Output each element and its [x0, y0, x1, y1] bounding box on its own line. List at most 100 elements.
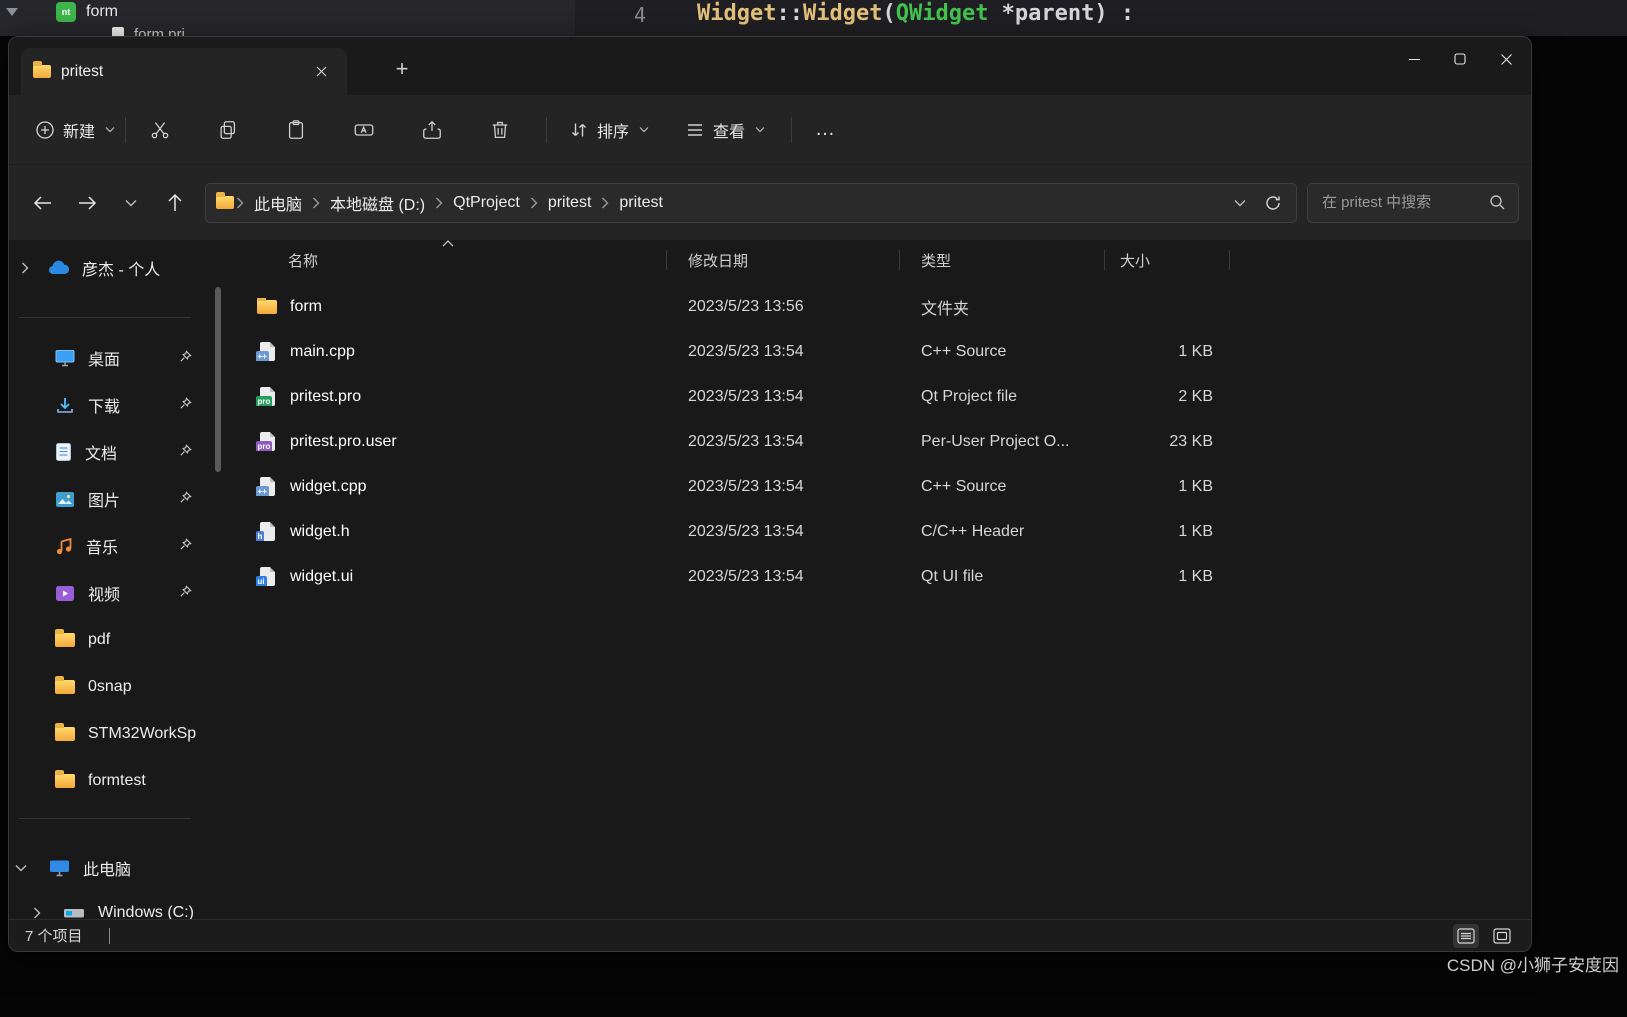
code-token: Widget [802, 1, 883, 26]
document-icon [56, 443, 71, 461]
sort-button[interactable]: 排序 [559, 108, 659, 152]
address-dropdown-icon[interactable] [1234, 199, 1246, 207]
onedrive-cloud-icon [49, 260, 69, 274]
sidebar-item-desktop[interactable]: 桌面 [9, 335, 205, 381]
header-file-icon: h [255, 522, 275, 541]
forward-button[interactable] [65, 183, 109, 223]
file-date: 2023/5/23 13:54 [688, 342, 804, 360]
tree-expander-icon[interactable] [6, 8, 18, 16]
file-list: 名称 修改日期 类型 大小 form 2023/5/23 13:56 文件夹 +… [234, 240, 1531, 919]
breadcrumb-segment[interactable]: 本地磁盘 (D:) [322, 187, 433, 219]
column-header-type[interactable]: 类型 [899, 240, 1104, 280]
share-button[interactable] [410, 108, 454, 152]
file-badge: h [255, 531, 265, 541]
column-divider[interactable] [1229, 250, 1230, 270]
column-divider[interactable] [1104, 250, 1105, 270]
qt-pro-file-icon: pro [255, 387, 275, 406]
maximize-button[interactable] [1437, 41, 1483, 77]
file-row[interactable]: ++ main.cpp 2023/5/23 13:54 C++ Source 1 … [234, 329, 1531, 374]
sidebar-item-label: 图片 [88, 493, 121, 510]
tab-bar: pritest + [9, 37, 1531, 95]
column-divider[interactable] [899, 250, 900, 270]
sidebar-item-pdf[interactable]: pdf [9, 617, 205, 663]
file-size: 1 KB [1178, 522, 1213, 540]
sidebar-item-label: STM32WorkSp [88, 725, 197, 742]
more-options-button[interactable]: … [804, 108, 848, 152]
breadcrumb-segment[interactable]: pritest [611, 190, 671, 216]
pin-icon [180, 491, 192, 503]
back-button[interactable] [21, 183, 65, 223]
minimize-button[interactable] [1391, 41, 1437, 77]
sidebar-item-formtest[interactable]: formtest [9, 758, 205, 804]
breadcrumb[interactable]: 此电脑 本地磁盘 (D:) QtProject pritest pritest [205, 182, 1297, 223]
sidebar-item-pictures[interactable]: 图片 [9, 476, 205, 522]
clipboard-icon [288, 119, 304, 139]
file-type: C++ Source [921, 342, 1007, 360]
sidebar-item-label: 下载 [88, 399, 121, 416]
sidebar-item-windows-c[interactable]: Windows (C:) [9, 890, 205, 919]
breadcrumb-segment[interactable]: QtProject [445, 190, 528, 216]
sidebar-item-videos[interactable]: 视频 [9, 570, 205, 616]
editor-line-number: 4 [633, 3, 646, 27]
file-row[interactable]: ++ widget.cpp 2023/5/23 13:54 C++ Source … [234, 464, 1531, 509]
chevron-down-icon [15, 865, 27, 872]
sidebar-item-0snap[interactable]: 0snap [9, 664, 205, 710]
file-date: 2023/5/23 13:54 [688, 567, 804, 585]
chevron-down-icon [639, 127, 649, 133]
sort-ascending-icon [442, 240, 454, 247]
file-row[interactable]: ui widget.ui 2023/5/23 13:54 Qt UI file 1… [234, 554, 1531, 599]
search-box[interactable] [1307, 182, 1519, 223]
up-button[interactable] [153, 183, 197, 223]
trash-icon [492, 121, 508, 138]
column-header-size[interactable]: 大小 [1104, 240, 1229, 280]
close-button[interactable] [1483, 41, 1529, 77]
rename-button[interactable] [342, 108, 386, 152]
tab-close-button[interactable] [307, 58, 335, 86]
sidebar-scrollbar[interactable] [212, 240, 224, 919]
file-date: 2023/5/23 13:54 [688, 477, 804, 495]
scrollbar-thumb[interactable] [215, 287, 221, 472]
file-row[interactable]: pro pritest.pro.user 2023/5/23 13:54 Per-… [234, 419, 1531, 464]
details-view-icon [1457, 927, 1475, 944]
drive-icon [64, 909, 84, 918]
file-date: 2023/5/23 13:54 [688, 387, 804, 405]
tree-item-form[interactable]: nt form [6, 2, 118, 22]
sidebar-item-music[interactable]: 音乐 [9, 523, 205, 569]
file-badge: ++ [255, 486, 269, 496]
new-button[interactable]: 新建 [25, 108, 125, 152]
recent-locations-button[interactable] [109, 183, 153, 223]
code-token: :: [776, 1, 803, 26]
sidebar-item-label: 0snap [88, 678, 132, 695]
window-controls [1391, 41, 1529, 77]
cut-button[interactable] [138, 108, 182, 152]
search-input[interactable] [1320, 193, 1489, 212]
sidebar-item-label: pdf [88, 631, 111, 648]
toolbar-divider [546, 116, 548, 143]
breadcrumb-segment[interactable]: pritest [540, 190, 600, 216]
column-header-date[interactable]: 修改日期 [666, 240, 899, 280]
copy-button[interactable] [206, 108, 250, 152]
pin-icon [180, 350, 192, 362]
file-row[interactable]: pro pritest.pro 2023/5/23 13:54 Qt Projec… [234, 374, 1531, 419]
sidebar-item-onedrive[interactable]: 彦杰 - 个人 [9, 245, 205, 291]
sidebar-item-downloads[interactable]: 下载 [9, 382, 205, 428]
videos-icon [56, 585, 74, 601]
file-row[interactable]: form 2023/5/23 13:56 文件夹 [234, 284, 1531, 329]
delete-button[interactable] [478, 108, 522, 152]
breadcrumb-segment[interactable]: 此电脑 [246, 187, 310, 219]
file-row[interactable]: h widget.h 2023/5/23 13:54 C/C++ Header 1… [234, 509, 1531, 554]
paste-button[interactable] [274, 108, 318, 152]
sidebar-item-stm32worksp[interactable]: STM32WorkSp [9, 711, 205, 757]
details-view-button[interactable] [1453, 923, 1479, 948]
new-tab-button[interactable]: + [385, 53, 419, 85]
status-bar: 7 个项目 [9, 919, 1531, 951]
desktop-icon [55, 350, 75, 367]
tree-item-label: form [86, 3, 118, 20]
sidebar-item-thispc[interactable]: 此电脑 [9, 845, 205, 891]
tab-pritest[interactable]: pritest [21, 48, 347, 95]
refresh-icon[interactable] [1264, 194, 1282, 212]
view-button[interactable]: 查看 [675, 108, 775, 152]
large-icons-view-button[interactable] [1489, 924, 1515, 948]
column-divider[interactable] [666, 250, 667, 270]
sidebar-item-documents[interactable]: 文档 [9, 429, 205, 475]
